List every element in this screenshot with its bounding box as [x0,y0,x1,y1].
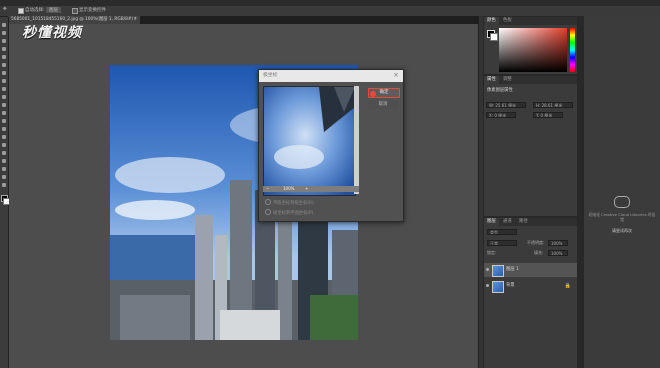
color-picker-field[interactable] [499,28,567,72]
dialog-title-bar[interactable]: 极坐标 × [259,70,403,82]
libraries-error-message: 初始化 Creative Cloud Libraries 时出错 [588,212,656,222]
watermark-logo: 秒懂视频 [22,25,82,41]
brush-tool-icon[interactable] [2,79,6,83]
layer-row[interactable]: 图层 1 [484,263,577,277]
zoom-row: − 100% + [263,186,359,192]
blend-mode-select[interactable]: 正常 [487,240,517,246]
tab-color[interactable]: 颜色 [484,17,499,25]
show-transform-checkbox[interactable] [72,8,78,14]
color-panel-tabs: 颜色 色板 [484,17,577,25]
move-tool-icon[interactable]: ✥ [3,7,7,12]
color-panel: 颜色 色板 [484,17,577,74]
radio-rect-to-polar[interactable] [265,199,271,205]
cursor-indicator [370,91,376,97]
layer-name: 背景 [506,283,515,288]
gradient-tool-icon[interactable] [2,111,6,115]
move-tool-icon[interactable] [2,23,6,27]
fill-field[interactable]: 100% [548,250,568,256]
height-field[interactable]: H: 28.61 厘米 [533,102,573,108]
lock-label: 锁定: [487,250,497,255]
pen-tool-icon[interactable] [2,135,6,139]
option-rect-to-polar-label: 平面坐标到极坐标(R) [273,201,314,206]
auto-select-label: 自动选择: [25,8,45,13]
layers-panel: 图层 通道 路径 类型 正常 不透明度: 100% 锁定: 填充: 100% [484,218,577,368]
retry-link[interactable]: 请尝试再次 [588,228,656,234]
polar-coordinates-dialog: 极坐标 × − 100% + 确定 取消 平面坐标到极坐标(R) 极坐标到平面坐… [258,69,404,222]
tab-paths[interactable]: 路径 [516,218,531,226]
libraries-panel: 初始化 Creative Cloud Libraries 时出错 请尝试再次 [584,16,660,368]
path-select-tool-icon[interactable] [2,151,6,155]
option-rect-to-polar[interactable]: 平面坐标到极坐标(R) [265,199,314,206]
hue-slider[interactable] [570,28,575,72]
layers-panel-tabs: 图层 通道 路径 [484,218,577,226]
layer-kind-filter[interactable]: 类型 [487,229,517,235]
blur-tool-icon[interactable] [2,119,6,123]
clone-stamp-tool-icon[interactable] [2,87,6,91]
lasso-tool-icon[interactable] [2,39,6,43]
layer-thumbnail [492,281,504,293]
properties-panel-tabs: 属性 调整 [484,76,577,84]
width-field[interactable]: W: 25.61 厘米 [486,102,526,108]
zoom-in-icon[interactable]: + [305,186,308,192]
show-transform-label: 显示变换控件 [79,8,106,13]
properties-section-title: 像素图层属性 [487,88,513,93]
tab-channels[interactable]: 通道 [500,218,515,226]
marquee-tool-icon[interactable] [2,31,6,35]
creative-cloud-icon [614,196,630,208]
visibility-eye-icon[interactable] [486,284,489,287]
tab-swatches[interactable]: 色板 [500,17,515,25]
zoom-out-icon[interactable]: − [266,186,269,192]
eraser-tool-icon[interactable] [2,103,6,107]
properties-panel: 属性 调整 像素图层属性 W: 25.61 厘米 H: 28.61 厘米 X: … [484,76,577,216]
opacity-label: 不透明度: [527,240,545,245]
eyedropper-tool-icon[interactable] [2,63,6,67]
hand-tool-icon[interactable] [2,167,6,171]
y-field[interactable]: Y: 0 厘米 [533,112,563,118]
layer-thumbnail [492,265,504,277]
shape-tool-icon[interactable] [2,159,6,163]
auto-select-checkbox[interactable] [18,8,24,14]
preview-scrollbar[interactable] [354,86,359,194]
more-tools-icon[interactable] [2,183,6,187]
fill-label: 填充: [534,250,544,255]
x-field[interactable]: X: 0 厘米 [486,112,516,118]
option-polar-to-rect-label: 极坐标到平面坐标(P) [273,211,314,216]
radio-polar-to-rect[interactable] [265,209,271,215]
opacity-field[interactable]: 100% [548,240,568,246]
preview-image [264,87,355,195]
crop-tool-icon[interactable] [2,55,6,59]
healing-brush-tool-icon[interactable] [2,71,6,75]
bg-color-chip[interactable] [490,33,498,41]
visibility-eye-icon[interactable] [486,268,489,271]
zoom-tool-icon[interactable] [2,175,6,179]
cancel-button[interactable]: 取消 [368,101,398,109]
auto-select-dropdown[interactable]: 图层 [46,7,61,13]
panel-icon-strip [478,16,483,368]
dialog-title: 极坐标 [263,73,278,78]
layer-row[interactable]: 背景 🔒 [484,279,577,293]
close-tab-icon[interactable]: × [133,16,137,24]
history-brush-tool-icon[interactable] [2,95,6,99]
layer-name: 图层 1 [506,267,519,272]
tab-layers[interactable]: 图层 [484,218,499,226]
option-polar-to-rect[interactable]: 极坐标到平面坐标(P) [265,209,313,216]
type-tool-icon[interactable] [2,143,6,147]
quick-select-tool-icon[interactable] [2,47,6,51]
tab-adjustments[interactable]: 调整 [500,76,515,84]
filter-preview[interactable] [263,86,356,196]
tab-properties[interactable]: 属性 [484,76,499,84]
close-icon[interactable]: × [393,70,399,81]
tools-panel [0,17,10,368]
zoom-value: 100% [283,186,295,191]
dodge-tool-icon[interactable] [2,127,6,131]
lock-icon: 🔒 [564,283,571,289]
